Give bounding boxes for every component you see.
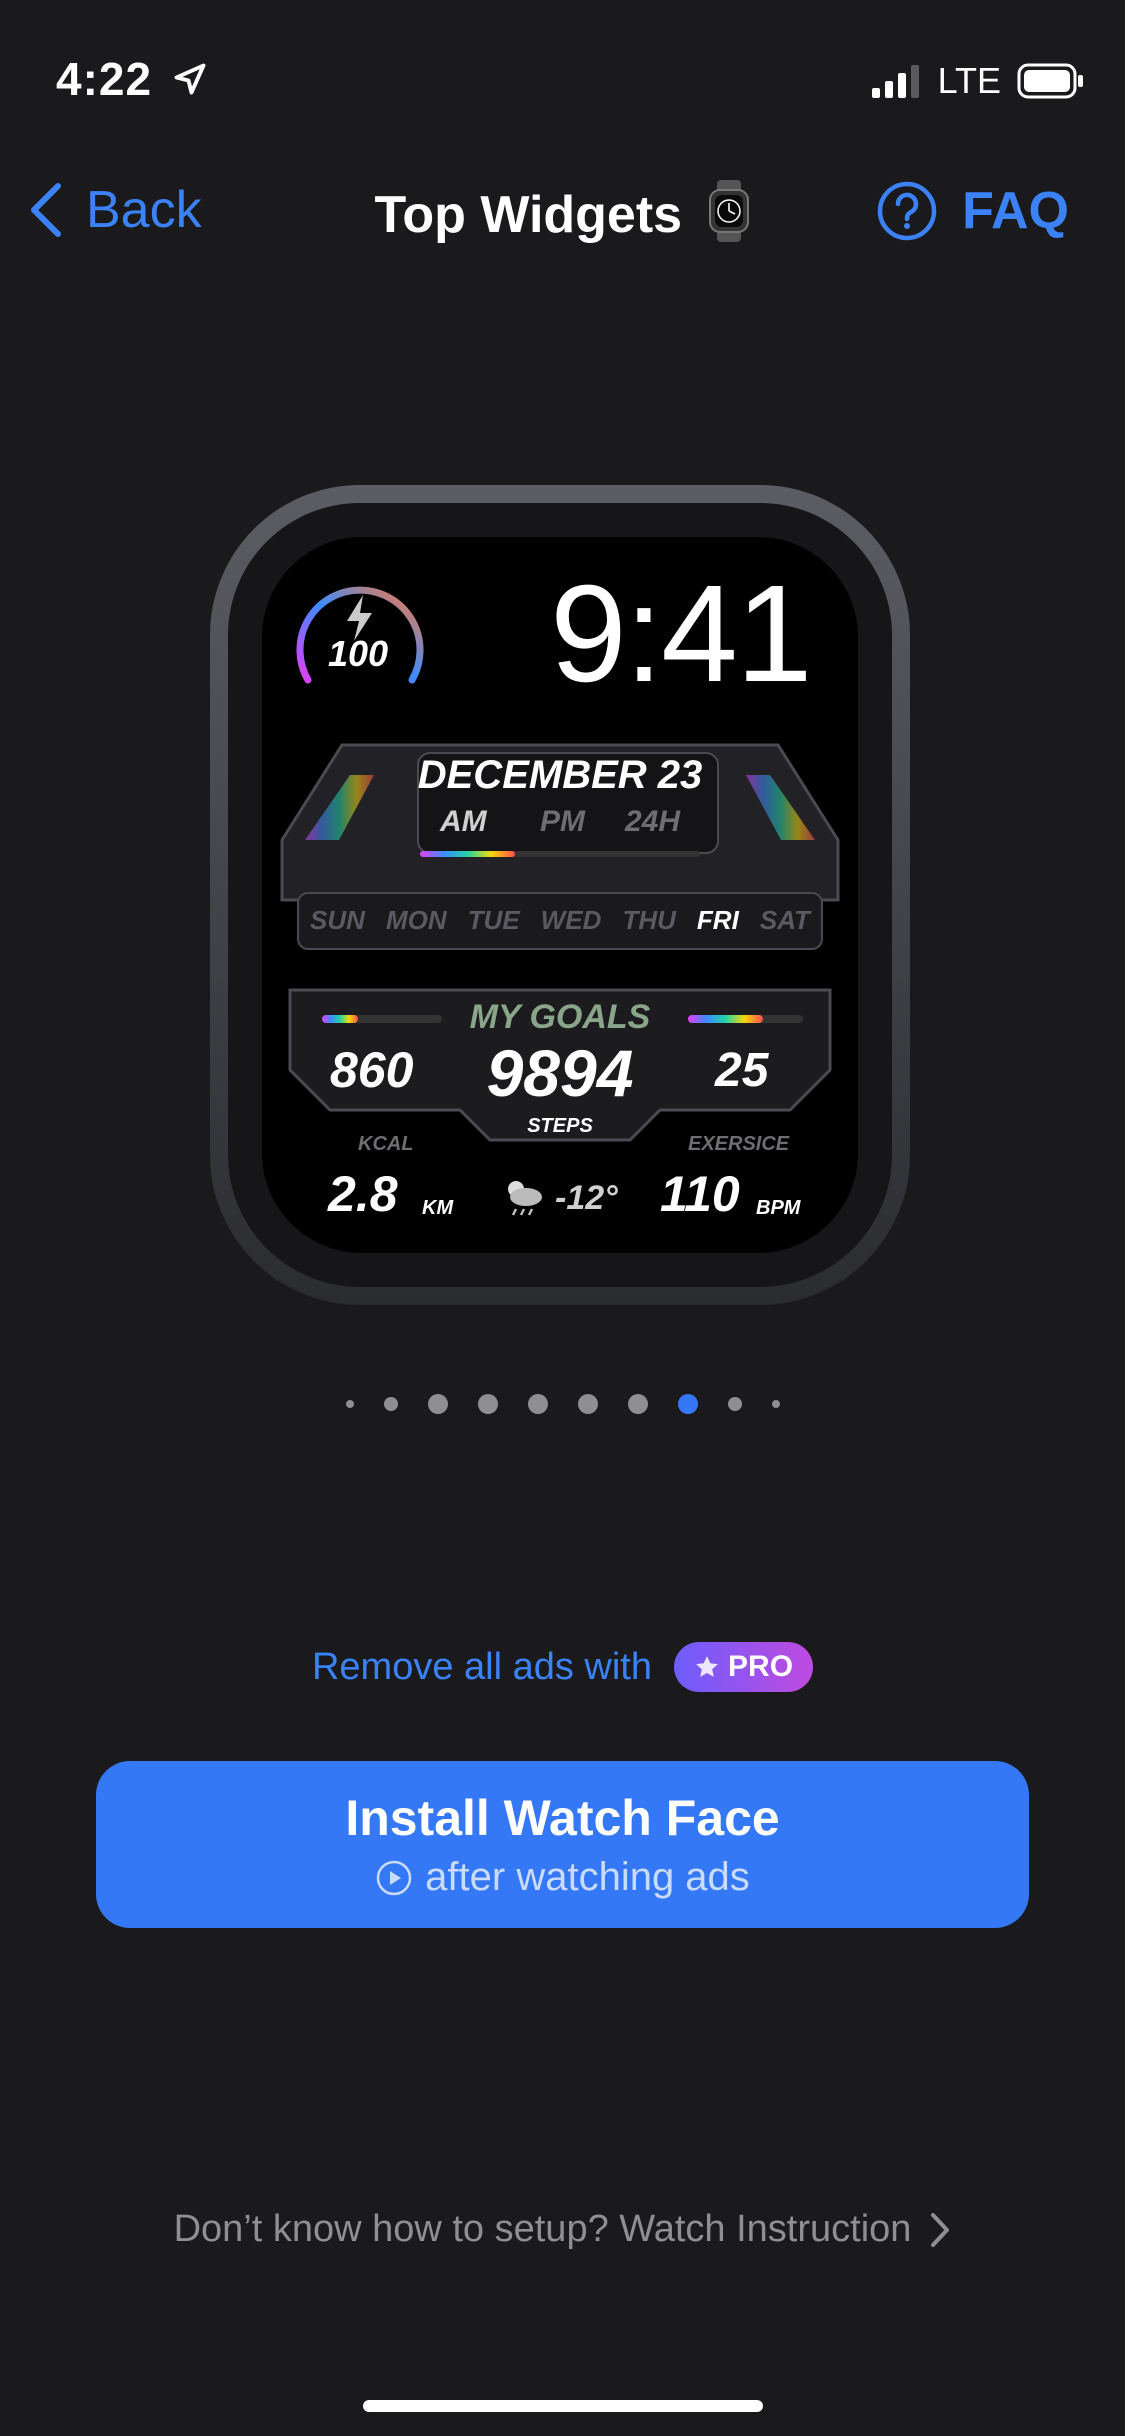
install-button-subtitle: after watching ads (96, 1855, 1029, 1900)
install-button-subtitle-text: after watching ads (425, 1855, 750, 1899)
steps-label: STEPS (527, 1115, 593, 1137)
faq-label: FAQ (962, 182, 1069, 240)
status-time-text: 4:22 (56, 53, 153, 105)
bpm-value: 110 (660, 1166, 740, 1222)
kcal-value: 860 (330, 1042, 414, 1098)
location-arrow-icon (174, 63, 206, 95)
page-indicator[interactable] (0, 1394, 1125, 1414)
play-circle-icon (376, 1860, 412, 1895)
page-dot[interactable] (427, 1394, 448, 1414)
weekday: SAT (759, 905, 810, 935)
exercise-value: 25 (715, 1044, 769, 1097)
weekday-active: FRI (696, 905, 739, 935)
am-label: AM (440, 805, 487, 838)
watch-icon (708, 180, 749, 242)
goals-title: MY GOALS (469, 998, 651, 1036)
watch-time: 9:41 (550, 557, 813, 711)
page-dot[interactable] (727, 1397, 742, 1411)
chevron-right-icon (931, 2212, 950, 2247)
weekday-row: SUN MON TUE WED THU FRI SAT (310, 905, 810, 936)
instruction-text: Don’t know how to setup? Watch Instructi… (173, 2208, 912, 2250)
battery-icon (1017, 63, 1083, 99)
h24-label: 24H (625, 805, 681, 838)
weekday: WED (540, 905, 602, 935)
watch-face-preview[interactable]: 100 9:41 DECEMBER 23 AM PM 24H SUN MON T… (210, 485, 910, 1305)
distance-unit: KM (422, 1197, 454, 1219)
page-dot[interactable] (345, 1400, 354, 1408)
question-circle-icon (877, 181, 937, 241)
page-dot[interactable] (771, 1400, 780, 1408)
weekday: THU (622, 905, 676, 935)
page-dot[interactable] (577, 1394, 598, 1414)
weekday: TUE (467, 905, 520, 935)
weather-icon (508, 1181, 542, 1216)
page-dot[interactable] (477, 1394, 498, 1414)
home-indicator[interactable] (363, 2400, 763, 2412)
watch-date: DECEMBER 23 (417, 753, 703, 797)
pm-label: PM (540, 805, 585, 838)
page-dot[interactable] (627, 1394, 648, 1414)
star-icon (696, 1656, 718, 1677)
distance-value: 2.8 (328, 1166, 398, 1222)
install-watch-face-button[interactable]: Install Watch Face after watching ads (96, 1761, 1029, 1928)
faq-button[interactable]: FAQ (876, 180, 1069, 242)
page-dot-active[interactable] (677, 1394, 698, 1414)
page-title-text: Top Widgets (374, 186, 683, 244)
pro-badge[interactable]: PRO (674, 1642, 814, 1692)
status-indicators: LTE (870, 60, 1085, 102)
promo-text: Remove all ads with (311, 1645, 653, 1688)
status-time: 4:22 (56, 52, 208, 106)
page-dot[interactable] (383, 1397, 398, 1411)
weekday: SUN (310, 905, 365, 935)
weekday: MON (385, 905, 447, 935)
pro-badge-label: PRO (728, 1650, 794, 1683)
watch-instruction-link[interactable]: Don’t know how to setup? Watch Instructi… (0, 2208, 1125, 2251)
exercise-label: EXERSICE (688, 1133, 790, 1155)
remove-ads-promo[interactable]: Remove all ads with PRO (0, 1642, 1125, 1692)
steps-value: 9894 (486, 1036, 634, 1110)
temperature: -12° (555, 1179, 618, 1217)
page-dot[interactable] (527, 1394, 548, 1414)
signal-icon (871, 65, 919, 98)
battery-value: 100 (328, 633, 389, 674)
bpm-unit: BPM (756, 1197, 801, 1219)
network-type: LTE (937, 60, 1001, 101)
install-button-title: Install Watch Face (345, 1790, 780, 1846)
kcal-label: KCAL (358, 1133, 414, 1155)
